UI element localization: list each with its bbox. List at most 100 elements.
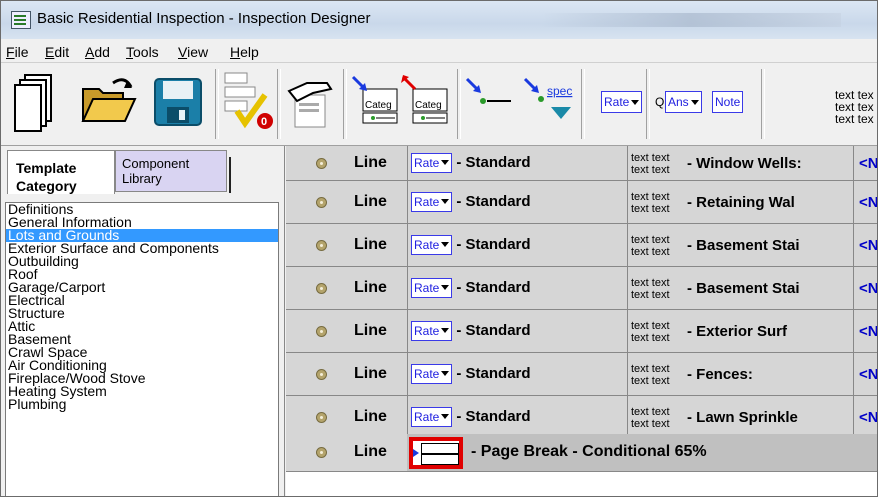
rate-dropdown[interactable]: Rate — [411, 277, 453, 298]
hand-document-icon[interactable] — [287, 73, 335, 131]
line-type-label: Line — [354, 192, 387, 210]
tab-label-line: Component — [122, 156, 190, 171]
inspection-row[interactable]: Line Rate - Standard text text text text - La… — [286, 396, 878, 439]
open-folder-icon[interactable] — [79, 75, 137, 127]
rate-dropdown[interactable]: Rate — [411, 234, 453, 255]
line-type-label: Line — [354, 235, 387, 253]
row-rate-cell: Rate - Standard — [407, 146, 628, 180]
rate-dropdown[interactable]: Rate — [601, 91, 643, 113]
tab-template-category[interactable]: Template Category — [7, 150, 115, 194]
rate-label: Rate — [414, 237, 440, 252]
text-placeholder: text text text text — [631, 191, 670, 215]
row-extra-cell: <N — [853, 224, 878, 266]
chevron-down-icon — [441, 328, 450, 333]
chevron-down-icon — [441, 242, 450, 247]
toolbar-separator — [581, 69, 585, 139]
inspection-grid: Line Rate - Standard text text text text - Wi… — [286, 146, 878, 496]
bullet-icon — [316, 368, 327, 380]
row-rate-cell: Rate - Standard — [407, 310, 628, 352]
inspection-row[interactable]: Line Rate - Standard text text text text - Fe… — [286, 353, 877, 396]
inspection-row[interactable]: Line Rate - Standard text text text text - Wi… — [286, 146, 877, 181]
menu-view[interactable]: View — [178, 44, 208, 60]
tab-label-line: Category — [16, 178, 77, 194]
rate-standard: Rate - Standard — [411, 152, 531, 173]
rate-dropdown[interactable]: Rate — [411, 320, 453, 341]
page-break-icon[interactable] — [409, 437, 463, 469]
checklist-icon[interactable]: 0 — [223, 71, 275, 133]
row-rate-cell: Rate - Standard — [407, 224, 628, 266]
rate-dropdown[interactable]: Rate — [411, 191, 453, 212]
row-label: - Basement Stai — [687, 279, 800, 297]
bullet-icon — [316, 447, 327, 458]
text-line: text text — [631, 417, 670, 430]
row-extra-cell: <N — [853, 353, 877, 395]
standard-label: - Standard — [456, 236, 531, 253]
row-rate-cell: Rate - Standard — [407, 353, 628, 395]
rate-dropdown[interactable]: Rate — [411, 406, 453, 427]
inspection-row[interactable]: Line Rate - Standard text text text text - Ex… — [286, 310, 877, 353]
title-bar-blur — [541, 13, 841, 27]
row-label: - Window Wells: — [687, 154, 802, 172]
tab-component-library[interactable]: Component Library — [115, 150, 231, 193]
row-label: - Basement Stai — [687, 236, 800, 254]
rate-dropdown[interactable]: Rate — [411, 152, 453, 173]
toolbar-separator — [343, 69, 347, 139]
row-rate-cell: Rate - Standard — [407, 181, 628, 223]
inspection-row[interactable]: Line Rate - Standard text text text text - Re… — [286, 181, 878, 224]
standard-label: - Standard — [456, 193, 531, 210]
text-placeholder: text text text text — [631, 406, 670, 430]
left-panel: Template Category Component Library Defi… — [1, 146, 285, 496]
row-extra-label: <N — [859, 408, 878, 426]
row-type-cell: Line — [286, 181, 408, 223]
row-label: - Fences: — [687, 365, 753, 383]
row-type-cell: Line — [286, 267, 408, 309]
rate-dropdown[interactable]: Rate — [411, 363, 453, 384]
chevron-down-icon — [441, 285, 450, 290]
text-placeholder: text text text text — [631, 363, 670, 387]
add-spec-icon[interactable]: spec — [523, 77, 575, 133]
answer-dropdown[interactable]: Ans — [665, 91, 702, 113]
line-type-label: Line — [354, 153, 387, 171]
bullet-icon — [316, 325, 327, 337]
text-line: text text — [631, 405, 670, 418]
bullet-icon — [316, 196, 327, 208]
bullet-icon — [316, 239, 327, 251]
category-list[interactable]: Definitions General Information Lots and G… — [5, 202, 279, 496]
rate-label: Rate — [414, 280, 440, 295]
note-button[interactable]: Note — [712, 91, 744, 113]
category-item[interactable]: Outbuilding — [6, 254, 278, 268]
bullet-icon — [316, 282, 327, 294]
rate-standard: Rate - Standard — [411, 234, 531, 255]
chevron-down-icon — [441, 160, 450, 165]
category-item[interactable]: Structure — [6, 306, 278, 320]
inspection-row[interactable]: Line Rate - Standard text text text text - Ba… — [286, 267, 877, 310]
add-line-icon[interactable] — [465, 77, 513, 127]
chevron-down-icon — [441, 371, 450, 376]
menu-edit[interactable]: Edit — [45, 44, 69, 60]
text-placeholder: text text text text — [631, 277, 670, 301]
text-line: text text — [631, 151, 670, 164]
menu-file[interactable]: File — [6, 44, 29, 60]
menu-add[interactable]: Add — [85, 44, 110, 60]
row-text-cell: text text text text - Window Wells: — [627, 146, 854, 180]
text-block-button[interactable]: text tex text tex text tex — [835, 89, 874, 125]
menu-tools[interactable]: Tools — [126, 44, 159, 60]
page-break-row[interactable]: Line - Page Break - Conditional 65% — [286, 434, 877, 472]
standard-label: - Standard — [456, 365, 531, 382]
row-rate-cell: Rate - Standard — [407, 396, 628, 438]
standard-label: - Standard — [456, 154, 531, 171]
app-window: Basic Residential Inspection - Inspectio… — [0, 0, 878, 497]
row-extra-label: <N — [859, 193, 878, 211]
tab-label-line: Library — [122, 171, 162, 186]
text-line: text text — [631, 163, 670, 176]
row-extra-label: <N — [859, 236, 878, 254]
line-type-label: Line — [354, 278, 387, 296]
save-icon[interactable] — [153, 77, 205, 129]
rate-standard: Rate - Standard — [411, 320, 531, 341]
q-label: Q — [655, 95, 665, 109]
inspection-row[interactable]: Line Rate - Standard text text text text - Ba… — [286, 224, 878, 267]
new-document-icon[interactable] — [11, 71, 57, 135]
menu-help[interactable]: Help — [230, 44, 259, 60]
category-item[interactable]: Plumbing — [6, 397, 278, 411]
row-text-cell: text text text text - Exterior Surf — [627, 310, 854, 352]
